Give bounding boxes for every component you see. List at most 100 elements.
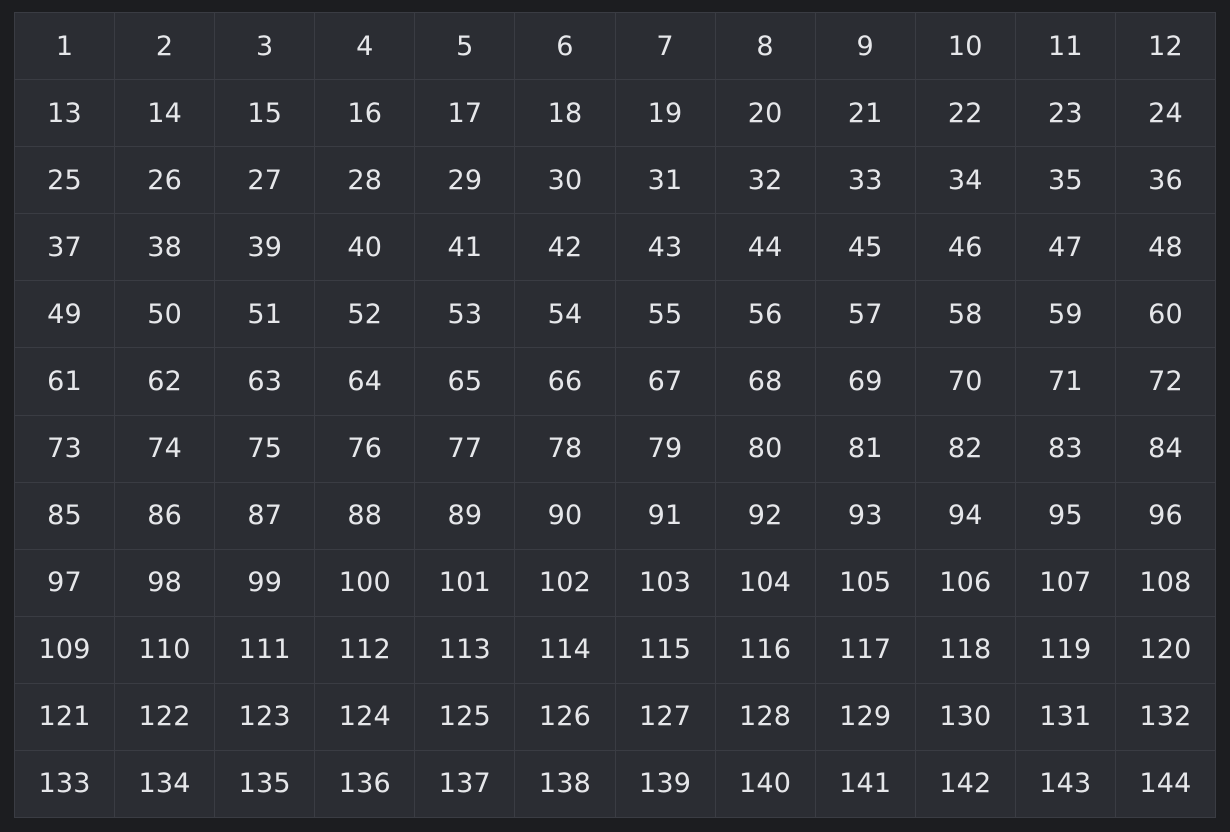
grid-cell[interactable]: 85 — [15, 482, 115, 549]
grid-cell[interactable]: 109 — [15, 616, 115, 683]
grid-cell[interactable]: 76 — [315, 415, 415, 482]
grid-cell[interactable]: 17 — [415, 80, 515, 147]
grid-cell[interactable]: 127 — [615, 683, 715, 750]
grid-cell[interactable]: 26 — [115, 147, 215, 214]
grid-cell[interactable]: 9 — [815, 13, 915, 80]
grid-cell[interactable]: 50 — [115, 281, 215, 348]
grid-cell[interactable]: 7 — [615, 13, 715, 80]
grid-cell[interactable]: 72 — [1115, 348, 1215, 415]
grid-cell[interactable]: 57 — [815, 281, 915, 348]
grid-cell[interactable]: 74 — [115, 415, 215, 482]
grid-cell[interactable]: 39 — [215, 214, 315, 281]
grid-cell[interactable]: 54 — [515, 281, 615, 348]
grid-cell[interactable]: 18 — [515, 80, 615, 147]
grid-cell[interactable]: 123 — [215, 683, 315, 750]
grid-cell[interactable]: 83 — [1015, 415, 1115, 482]
grid-cell[interactable]: 125 — [415, 683, 515, 750]
grid-cell[interactable]: 6 — [515, 13, 615, 80]
grid-cell[interactable]: 136 — [315, 750, 415, 817]
grid-cell[interactable]: 135 — [215, 750, 315, 817]
grid-cell[interactable]: 37 — [15, 214, 115, 281]
grid-cell[interactable]: 134 — [115, 750, 215, 817]
grid-cell[interactable]: 111 — [215, 616, 315, 683]
grid-cell[interactable]: 110 — [115, 616, 215, 683]
grid-cell[interactable]: 87 — [215, 482, 315, 549]
grid-cell[interactable]: 11 — [1015, 13, 1115, 80]
grid-cell[interactable]: 115 — [615, 616, 715, 683]
grid-cell[interactable]: 80 — [715, 415, 815, 482]
grid-cell[interactable]: 69 — [815, 348, 915, 415]
grid-cell[interactable]: 137 — [415, 750, 515, 817]
grid-cell[interactable]: 13 — [15, 80, 115, 147]
grid-cell[interactable]: 70 — [915, 348, 1015, 415]
grid-cell[interactable]: 71 — [1015, 348, 1115, 415]
grid-cell[interactable]: 129 — [815, 683, 915, 750]
grid-cell[interactable]: 35 — [1015, 147, 1115, 214]
grid-cell[interactable]: 96 — [1115, 482, 1215, 549]
grid-cell[interactable]: 45 — [815, 214, 915, 281]
grid-cell[interactable]: 42 — [515, 214, 615, 281]
grid-cell[interactable]: 5 — [415, 13, 515, 80]
grid-cell[interactable]: 65 — [415, 348, 515, 415]
grid-cell[interactable]: 95 — [1015, 482, 1115, 549]
grid-cell[interactable]: 86 — [115, 482, 215, 549]
grid-cell[interactable]: 51 — [215, 281, 315, 348]
grid-cell[interactable]: 56 — [715, 281, 815, 348]
grid-cell[interactable]: 66 — [515, 348, 615, 415]
grid-cell[interactable]: 43 — [615, 214, 715, 281]
grid-cell[interactable]: 14 — [115, 80, 215, 147]
grid-cell[interactable]: 77 — [415, 415, 515, 482]
grid-cell[interactable]: 73 — [15, 415, 115, 482]
grid-cell[interactable]: 104 — [715, 549, 815, 616]
grid-cell[interactable]: 108 — [1115, 549, 1215, 616]
grid-cell[interactable]: 113 — [415, 616, 515, 683]
grid-cell[interactable]: 10 — [915, 13, 1015, 80]
grid-cell[interactable]: 53 — [415, 281, 515, 348]
grid-cell[interactable]: 78 — [515, 415, 615, 482]
grid-cell[interactable]: 102 — [515, 549, 615, 616]
grid-cell[interactable]: 8 — [715, 13, 815, 80]
grid-cell[interactable]: 144 — [1115, 750, 1215, 817]
grid-cell[interactable]: 128 — [715, 683, 815, 750]
grid-cell[interactable]: 99 — [215, 549, 315, 616]
grid-cell[interactable]: 139 — [615, 750, 715, 817]
grid-cell[interactable]: 138 — [515, 750, 615, 817]
grid-cell[interactable]: 58 — [915, 281, 1015, 348]
grid-cell[interactable]: 24 — [1115, 80, 1215, 147]
grid-cell[interactable]: 130 — [915, 683, 1015, 750]
grid-cell[interactable]: 117 — [815, 616, 915, 683]
grid-cell[interactable]: 119 — [1015, 616, 1115, 683]
grid-cell[interactable]: 20 — [715, 80, 815, 147]
grid-cell[interactable]: 107 — [1015, 549, 1115, 616]
grid-cell[interactable]: 23 — [1015, 80, 1115, 147]
grid-cell[interactable]: 15 — [215, 80, 315, 147]
grid-cell[interactable]: 94 — [915, 482, 1015, 549]
grid-cell[interactable]: 52 — [315, 281, 415, 348]
grid-cell[interactable]: 40 — [315, 214, 415, 281]
grid-cell[interactable]: 91 — [615, 482, 715, 549]
grid-cell[interactable]: 82 — [915, 415, 1015, 482]
grid-cell[interactable]: 88 — [315, 482, 415, 549]
grid-cell[interactable]: 46 — [915, 214, 1015, 281]
grid-cell[interactable]: 19 — [615, 80, 715, 147]
grid-cell[interactable]: 140 — [715, 750, 815, 817]
grid-cell[interactable]: 81 — [815, 415, 915, 482]
grid-cell[interactable]: 2 — [115, 13, 215, 80]
grid-cell[interactable]: 34 — [915, 147, 1015, 214]
grid-cell[interactable]: 101 — [415, 549, 515, 616]
grid-cell[interactable]: 75 — [215, 415, 315, 482]
grid-cell[interactable]: 27 — [215, 147, 315, 214]
grid-cell[interactable]: 131 — [1015, 683, 1115, 750]
grid-cell[interactable]: 59 — [1015, 281, 1115, 348]
grid-cell[interactable]: 106 — [915, 549, 1015, 616]
grid-cell[interactable]: 12 — [1115, 13, 1215, 80]
grid-cell[interactable]: 143 — [1015, 750, 1115, 817]
grid-cell[interactable]: 79 — [615, 415, 715, 482]
grid-cell[interactable]: 62 — [115, 348, 215, 415]
grid-cell[interactable]: 120 — [1115, 616, 1215, 683]
grid-cell[interactable]: 49 — [15, 281, 115, 348]
grid-cell[interactable]: 38 — [115, 214, 215, 281]
grid-cell[interactable]: 25 — [15, 147, 115, 214]
grid-cell[interactable]: 16 — [315, 80, 415, 147]
grid-cell[interactable]: 68 — [715, 348, 815, 415]
